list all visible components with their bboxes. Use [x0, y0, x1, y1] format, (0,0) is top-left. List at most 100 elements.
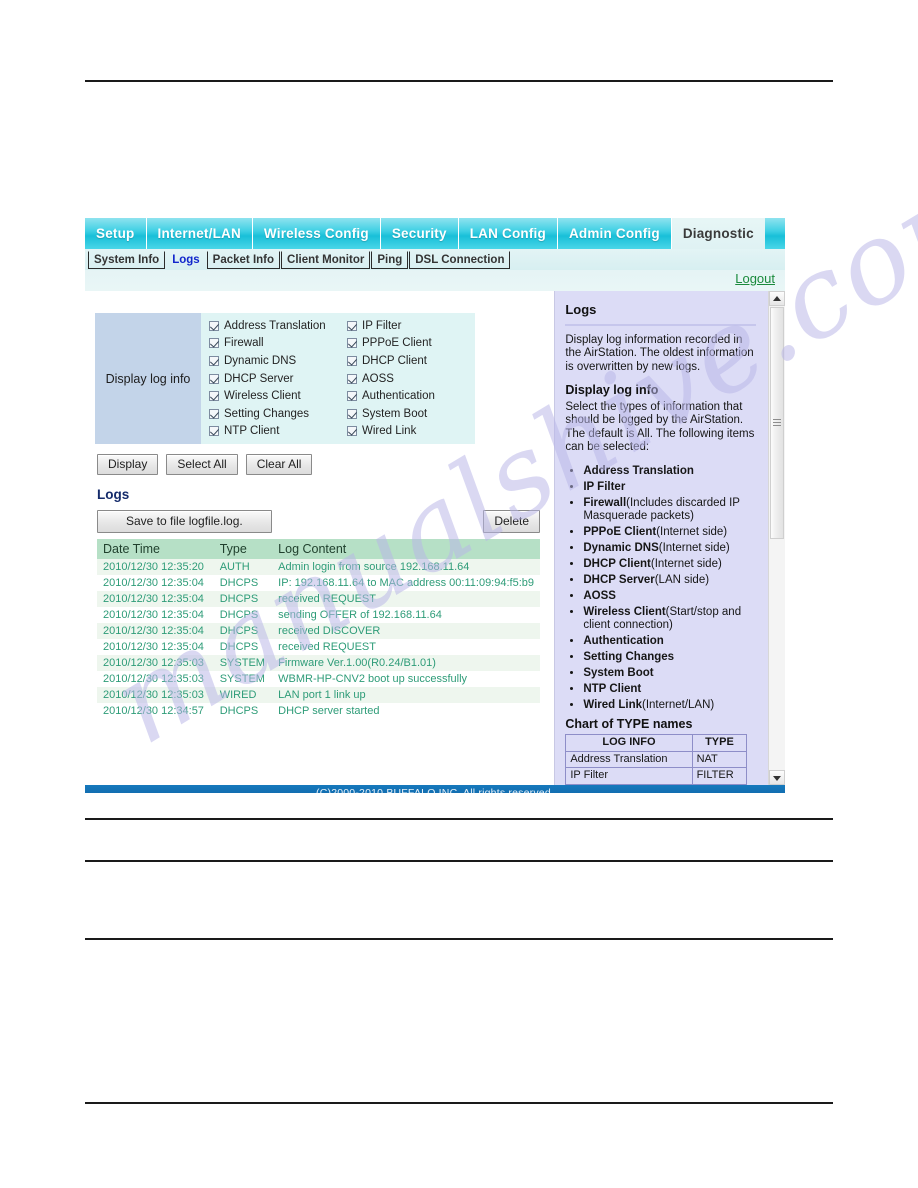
checkbox-label: DHCP Client	[362, 354, 427, 367]
checkbox-label: Authentication	[362, 390, 435, 403]
help-item-name: NTP Client	[583, 682, 642, 695]
checkbox-dhcp-client[interactable]: DHCP Client	[347, 352, 467, 370]
checkbox-checked-icon	[209, 355, 219, 366]
tab-diagnostic[interactable]: Diagnostic	[671, 218, 765, 249]
save-to-file-button[interactable]: Save to file logfile.log.	[97, 510, 272, 534]
checkbox-wired-link[interactable]: Wired Link	[347, 423, 467, 441]
help-item-name: Authentication	[583, 634, 664, 647]
help-item-note: (Internet/LAN)	[642, 698, 715, 711]
help-section-heading: Display log info	[565, 383, 659, 397]
help-item-list: Address Translation IP Filter Firewall(Inc…	[565, 465, 756, 712]
select-all-button[interactable]: Select All	[166, 454, 238, 476]
checkbox-checked-icon	[347, 320, 357, 331]
logs-col-type: Type	[213, 539, 273, 560]
delete-button[interactable]: Delete	[483, 510, 540, 534]
table-row: 2010/12/30 12:35:20 AUTH Admin login from …	[97, 559, 540, 576]
logs-col-date-time: Date Time	[97, 539, 214, 560]
checkbox-ip-filter[interactable]: IP Filter	[347, 317, 467, 335]
subtab-ping[interactable]: Ping	[371, 250, 409, 269]
help-chart-heading: Chart of TYPE names	[565, 716, 693, 731]
type-table-row: Address Translation NAT	[565, 750, 748, 768]
checkbox-pppoe-client[interactable]: PPPoE Client	[347, 335, 467, 353]
help-item-name: Setting Changes	[583, 650, 675, 663]
table-row: 2010/12/30 12:35:03 WIRED LAN port 1 link …	[97, 687, 540, 704]
logs-table-body: 2010/12/30 12:35:20 AUTH Admin login from …	[97, 559, 540, 720]
log-content: Admin login from source 192.168.11.64	[272, 559, 540, 576]
help-list-item: Dynamic DNS(Internet side)	[583, 542, 756, 555]
checkbox-address-translation[interactable]: Address Translation	[209, 317, 343, 335]
help-item-name: Firewall	[583, 496, 627, 509]
checkbox-checked-icon	[347, 373, 357, 384]
checkbox-firewall[interactable]: Firewall	[209, 335, 343, 353]
log-datetime: 2010/12/30 12:35:04	[97, 639, 214, 656]
subtab-system-info[interactable]: System Info	[88, 250, 166, 269]
logout-row: Logout	[85, 270, 785, 291]
page-rule-b	[85, 818, 833, 820]
scrollbar-thumb[interactable]	[770, 307, 784, 539]
subtab-client-monitor[interactable]: Client Monitor	[281, 250, 371, 269]
checkbox-system-boot[interactable]: System Boot	[347, 405, 467, 423]
log-type: DHCPS	[213, 607, 273, 624]
footer-copyright: (C)2000-2010 BUFFALO INC. All rights res…	[85, 785, 785, 793]
table-row: 2010/12/30 12:35:04 DHCPS received DISCOVE…	[97, 623, 540, 640]
log-datetime: 2010/12/30 12:35:03	[97, 671, 214, 688]
help-list-item: Setting Changes	[583, 651, 756, 664]
tab-internet-lan[interactable]: Internet/LAN	[147, 218, 253, 249]
display-button[interactable]: Display	[97, 454, 159, 476]
page-rule-d	[85, 938, 833, 940]
help-pane: Logs Display log information recorded in…	[554, 291, 785, 785]
scroll-down-button[interactable]	[769, 770, 785, 785]
help-list-item: Wired Link(Internet/LAN)	[583, 699, 756, 712]
help-item-name: Wireless Client	[583, 605, 666, 618]
log-datetime: 2010/12/30 12:35:03	[97, 687, 214, 704]
tab-wireless-config[interactable]: Wireless Config	[253, 218, 381, 249]
tab-admin-config[interactable]: Admin Config	[558, 218, 672, 249]
tab-lan-config[interactable]: LAN Config	[459, 218, 558, 249]
logs-table-header: Date Time Type Log Content	[97, 539, 540, 560]
main-tab-bar: Setup Internet/LAN Wireless Config Security…	[85, 218, 785, 249]
checkbox-authentication[interactable]: Authentication	[347, 387, 467, 405]
log-datetime: 2010/12/30 12:34:57	[97, 703, 214, 720]
logout-link[interactable]: Logout	[735, 271, 775, 286]
help-list-item: System Boot	[583, 667, 756, 680]
checkbox-checked-icon	[209, 391, 219, 402]
checkbox-checked-icon	[209, 320, 219, 331]
checkbox-label: Firewall	[224, 337, 264, 350]
type-log-info: Address Translation	[565, 750, 693, 768]
log-content: DHCP server started	[272, 703, 540, 720]
checkbox-aoss[interactable]: AOSS	[347, 370, 467, 388]
checkbox-dhcp-server[interactable]: DHCP Server	[209, 370, 343, 388]
checkbox-checked-icon	[347, 426, 357, 437]
help-scrollbar[interactable]	[768, 291, 785, 785]
log-datetime: 2010/12/30 12:35:04	[97, 607, 214, 624]
subtab-dsl-connection[interactable]: DSL Connection	[409, 250, 511, 269]
subtab-logs[interactable]: Logs	[166, 251, 205, 269]
checkbox-setting-changes[interactable]: Setting Changes	[209, 405, 343, 423]
log-content: received REQUEST	[272, 591, 540, 608]
table-row: 2010/12/30 12:34:57 DHCPS DHCP server star…	[97, 703, 540, 720]
type-name: NAT	[691, 750, 748, 768]
table-row: 2010/12/30 12:35:04 DHCPS sending OFFER of…	[97, 607, 540, 624]
checkbox-ntp-client[interactable]: NTP Client	[209, 423, 343, 441]
subtab-packet-info[interactable]: Packet Info	[206, 250, 281, 269]
checkbox-dynamic-dns[interactable]: Dynamic DNS	[209, 352, 343, 370]
logs-action-row: Save to file logfile.log. Delete	[97, 510, 540, 534]
help-list-item: Address Translation	[583, 465, 756, 478]
log-content: sending OFFER of 192.168.11.64	[272, 607, 540, 624]
checkbox-label: Dynamic DNS	[224, 354, 297, 367]
checkbox-label: AOSS	[362, 372, 394, 385]
log-datetime: 2010/12/30 12:35:20	[97, 559, 214, 576]
sub-tab-bar: System Info Logs Packet Info Client Monitor…	[85, 249, 785, 270]
display-log-info-table: Display log info Address Translation IP F…	[95, 313, 475, 445]
tab-security[interactable]: Security	[381, 218, 459, 249]
type-table-header: LOG INFO TYPE	[565, 734, 748, 752]
tab-setup[interactable]: Setup	[85, 218, 147, 249]
log-type: DHCPS	[213, 639, 273, 656]
page-rule-top	[85, 80, 833, 82]
checkbox-label: Wired Link	[362, 425, 417, 438]
checkbox-label: IP Filter	[362, 319, 402, 332]
checkbox-wireless-client[interactable]: Wireless Client	[209, 387, 343, 405]
clear-all-button[interactable]: Clear All	[245, 454, 313, 476]
scroll-up-button[interactable]	[769, 291, 785, 306]
help-item-name: Address Translation	[583, 464, 694, 477]
